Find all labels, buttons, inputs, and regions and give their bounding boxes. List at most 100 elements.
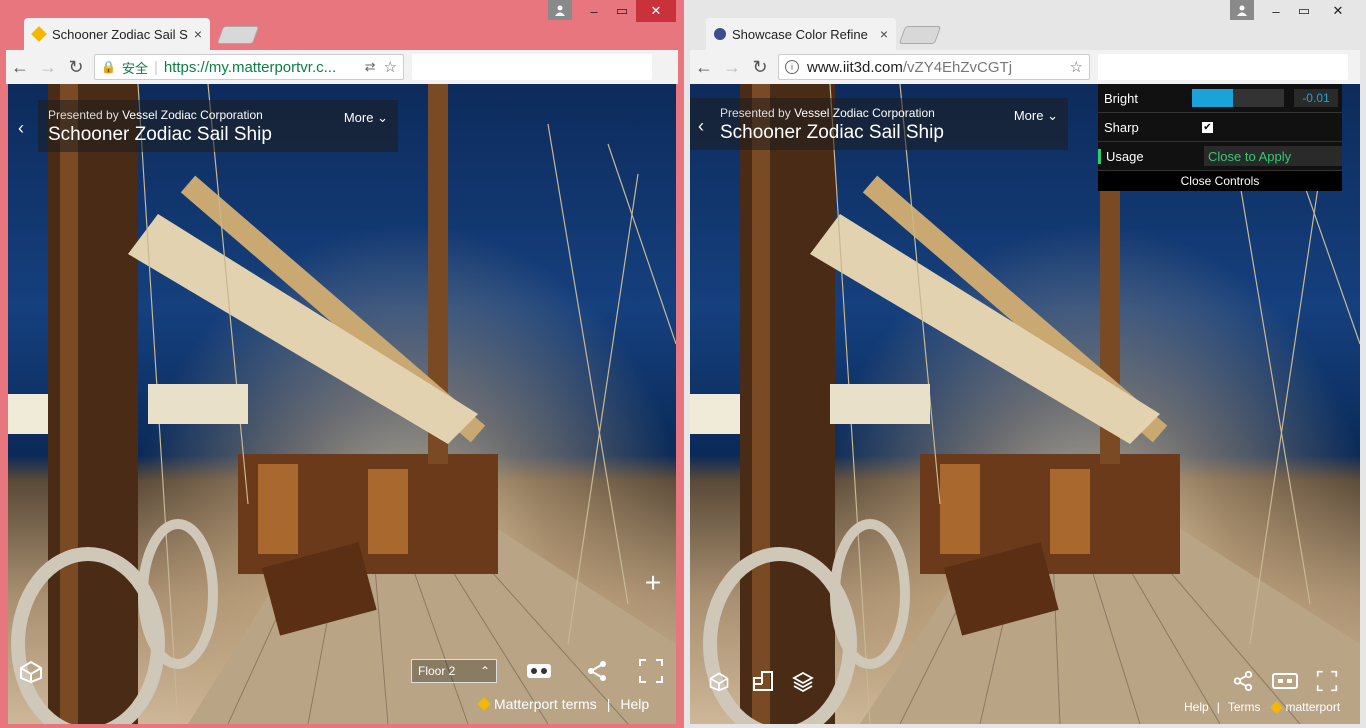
- lock-icon: 🔒: [101, 60, 116, 74]
- presented-prefix: Presented by: [720, 106, 791, 120]
- close-controls-button[interactable]: Close Controls: [1098, 171, 1342, 191]
- right-tab[interactable]: Showcase Color Refine ×: [706, 18, 896, 50]
- address-bar[interactable]: i www.iit3d.com/vZY4EhZvCGTj ☆: [778, 54, 1090, 80]
- right-titlebar: Showcase Color Refine × – ▭ ✕: [684, 0, 1366, 50]
- extension-area: [1098, 54, 1348, 80]
- left-browser-window: Schooner Zodiac Sail S × – ▭ ✕ ← → ↻ 🔒 安…: [0, 0, 684, 728]
- floor-label: Floor 2: [418, 664, 456, 678]
- presented-by: Presented by Vessel Zodiac Corporation: [720, 106, 1058, 120]
- usage-label: Usage: [1098, 148, 1194, 164]
- tab-title: Showcase Color Refine: [732, 26, 868, 42]
- tab-title: Schooner Zodiac Sail S: [52, 26, 188, 42]
- dollhouse-icon[interactable]: [706, 668, 732, 694]
- address-bar[interactable]: 🔒 安全 | https://my.matterportvr.c... ⇄ ☆: [94, 54, 404, 80]
- vr-icon[interactable]: [524, 658, 554, 684]
- left-tab[interactable]: Schooner Zodiac Sail S ×: [24, 18, 210, 50]
- presented-prefix: Presented by: [48, 108, 119, 122]
- collapse-arrow-icon[interactable]: ‹: [698, 116, 704, 137]
- star-icon[interactable]: ☆: [384, 58, 397, 76]
- reload-icon[interactable]: ↻: [62, 53, 90, 81]
- share-icon[interactable]: [582, 656, 612, 686]
- back-arrow-icon[interactable]: ←: [690, 53, 718, 81]
- left-toolbar: ← → ↻ 🔒 安全 | https://my.matterportvr.c..…: [6, 50, 678, 84]
- forward-arrow-icon[interactable]: →: [34, 53, 62, 81]
- more-button[interactable]: More ⌄: [344, 110, 388, 126]
- sharp-row: Sharp ✔: [1098, 113, 1342, 142]
- tour-info-panel: ‹ Presented by Vessel Zodiac Corporation…: [690, 98, 1068, 150]
- more-button[interactable]: More ⌄: [1014, 108, 1058, 124]
- new-tab-button[interactable]: [898, 26, 942, 44]
- extension-area: [412, 54, 652, 80]
- floorplan-icon[interactable]: [750, 668, 776, 694]
- help-link[interactable]: Help: [620, 696, 649, 712]
- tour-title: Schooner Zodiac Sail Ship: [48, 124, 272, 145]
- footer-links: Help | Terms matterport: [1184, 700, 1340, 714]
- left-tour-viewport[interactable]: ‹ Presented by Vessel Zodiac Corporation…: [8, 84, 676, 724]
- usage-row: Usage Close to Apply: [1098, 142, 1342, 171]
- window-controls: – ▭ ✕: [1230, 0, 1358, 22]
- new-tab-button[interactable]: [216, 26, 260, 44]
- forward-arrow-icon[interactable]: →: [718, 53, 746, 81]
- terms-link[interactable]: Terms: [1228, 700, 1261, 714]
- footer-links: Matterport terms | Help: [477, 696, 649, 712]
- maximize-icon[interactable]: ▭: [608, 0, 636, 22]
- matterport-logo-icon: [1270, 700, 1284, 714]
- minimize-icon[interactable]: –: [1262, 0, 1290, 22]
- collapse-arrow-icon[interactable]: ‹: [18, 118, 24, 139]
- secure-label: 安全: [121, 60, 148, 76]
- right-browser-window: Showcase Color Refine × – ▭ ✕ ← → ↻ i ww…: [684, 0, 1366, 728]
- url-path: /vZY4EhZvCGTj: [902, 58, 1013, 76]
- more-label: More: [343, 110, 374, 125]
- floors-icon[interactable]: [790, 668, 816, 694]
- bright-slider-fill: [1192, 89, 1234, 107]
- fullscreen-icon[interactable]: [1314, 668, 1340, 694]
- address-divider: |: [153, 58, 158, 76]
- minimize-icon[interactable]: –: [580, 0, 608, 22]
- translate-icon[interactable]: ⇄: [365, 59, 376, 75]
- plus-icon[interactable]: +: [640, 567, 666, 598]
- vr-headset-icon[interactable]: [1270, 670, 1300, 692]
- floor-selector[interactable]: Floor 2 ⌃: [411, 659, 497, 683]
- back-arrow-icon[interactable]: ←: [6, 53, 34, 81]
- tab-close-icon[interactable]: ×: [194, 26, 202, 42]
- bright-value[interactable]: -0.01: [1294, 89, 1338, 107]
- matterport-favicon-icon: [31, 26, 47, 42]
- url-text: https://my.matterportvr.c...: [163, 58, 337, 76]
- footer-separator: |: [606, 696, 611, 712]
- more-label: More: [1013, 108, 1044, 123]
- user-icon[interactable]: [1230, 0, 1254, 20]
- sharp-checkbox[interactable]: ✔: [1202, 121, 1213, 133]
- star-icon[interactable]: ☆: [1070, 58, 1083, 76]
- presented-by: Presented by Vessel Zodiac Corporation: [48, 108, 388, 122]
- chevron-down-icon: ⌄: [377, 110, 388, 125]
- tour-title: Schooner Zodiac Sail Ship: [720, 122, 944, 143]
- presenter-name: Vessel Zodiac Corporation: [122, 108, 263, 122]
- url-host: www.iit3d.com: [807, 58, 903, 76]
- tour-info-panel: ‹ Presented by Vessel Zodiac Corporation…: [18, 100, 398, 152]
- share-icon[interactable]: [1230, 668, 1256, 694]
- fullscreen-icon[interactable]: [636, 656, 666, 686]
- maximize-icon[interactable]: ▭: [1290, 0, 1318, 22]
- window-controls: – ▭ ✕: [548, 0, 676, 22]
- bright-row: Bright -0.01: [1098, 84, 1342, 113]
- info-icon: i: [785, 60, 799, 74]
- right-toolbar: ← → ↻ i www.iit3d.com/vZY4EhZvCGTj ☆: [690, 50, 1360, 84]
- right-tour-viewport[interactable]: ‹ Presented by Vessel Zodiac Corporation…: [690, 84, 1360, 724]
- presenter-name: Vessel Zodiac Corporation: [794, 106, 935, 120]
- chevron-down-icon: ⌄: [1047, 108, 1058, 123]
- bright-label: Bright: [1104, 90, 1138, 106]
- close-icon[interactable]: ✕: [636, 0, 676, 22]
- user-icon[interactable]: [548, 0, 572, 20]
- matterport-brand: matterport: [1285, 700, 1341, 714]
- bright-slider[interactable]: [1192, 89, 1284, 107]
- color-controls-panel: Bright -0.01 Sharp ✔ Usage Close to Appl…: [1098, 84, 1342, 191]
- matterport-terms-link[interactable]: Matterport terms: [494, 696, 597, 712]
- help-link[interactable]: Help: [1184, 700, 1209, 714]
- matterport-logo-icon: [477, 697, 491, 711]
- sharp-label: Sharp: [1104, 119, 1139, 135]
- reload-icon[interactable]: ↻: [746, 53, 774, 81]
- tab-close-icon[interactable]: ×: [880, 26, 888, 42]
- dollhouse-icon[interactable]: [16, 656, 46, 686]
- chevron-up-icon: ⌃: [479, 664, 490, 678]
- close-icon[interactable]: ✕: [1318, 0, 1358, 22]
